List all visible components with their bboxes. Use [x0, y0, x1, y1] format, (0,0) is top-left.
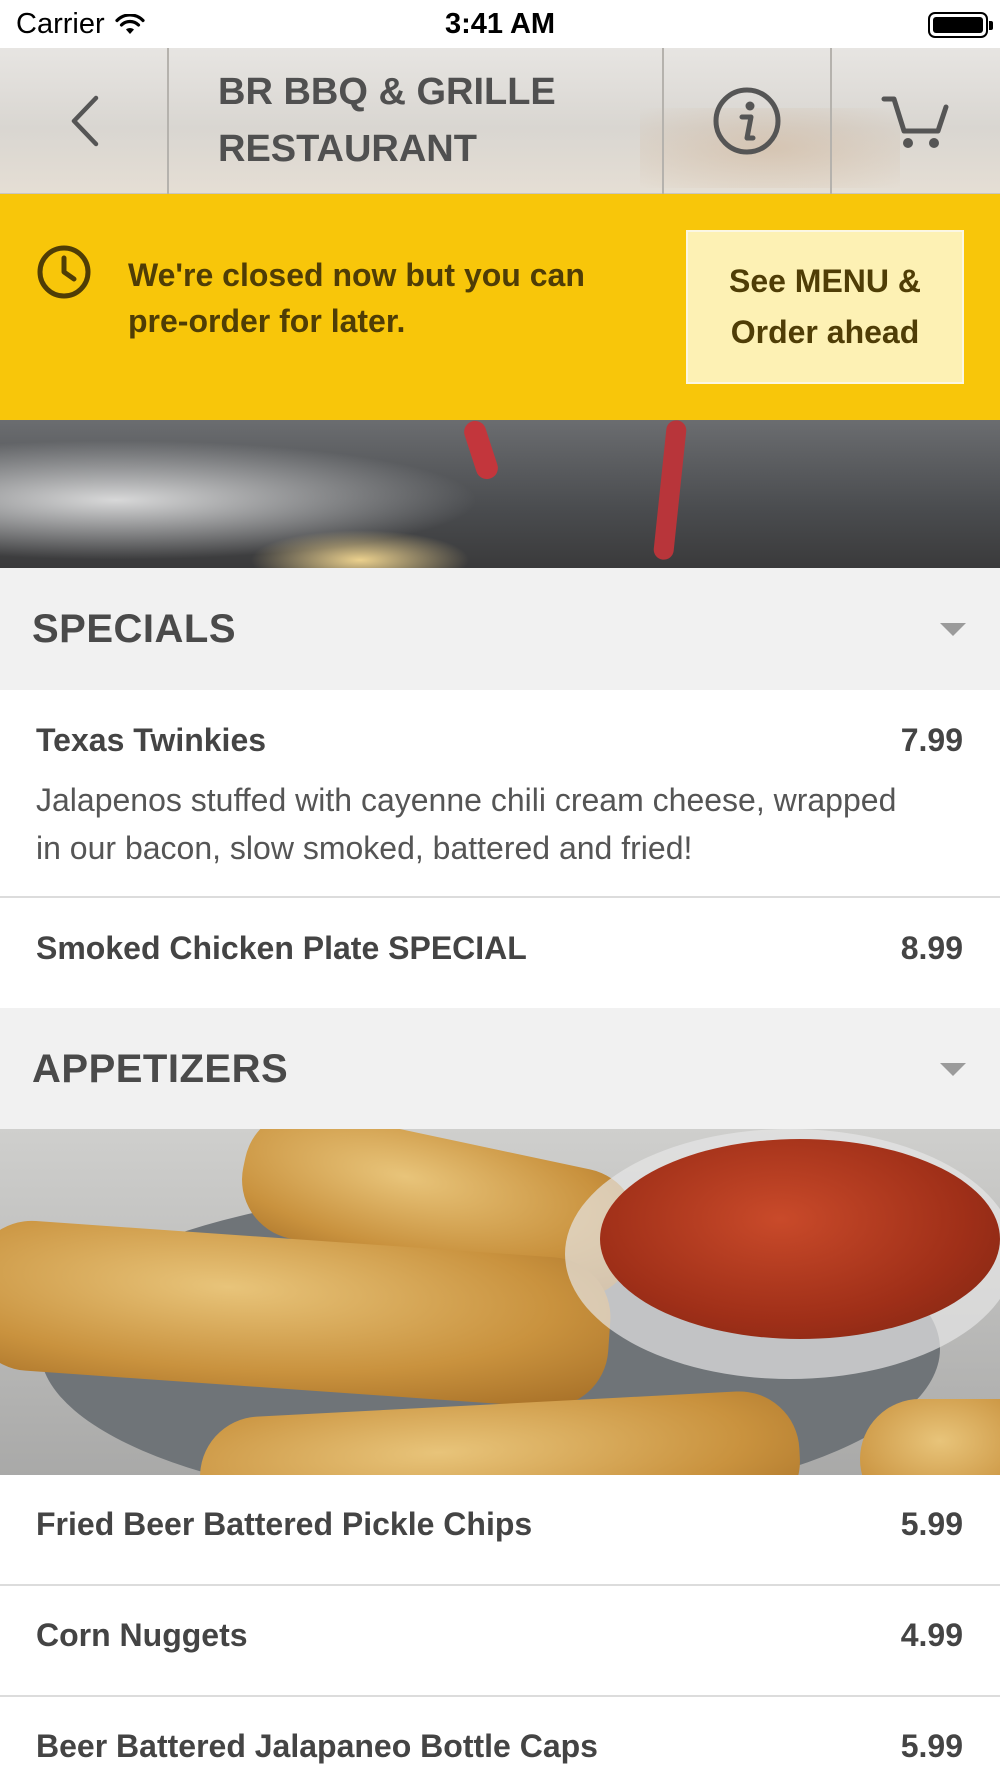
item-name: Beer Battered Jalapaneo Bottle Caps: [36, 1728, 598, 1764]
section-header-specials[interactable]: SPECIALS: [0, 568, 1000, 690]
info-button[interactable]: [664, 48, 830, 194]
caret-down-icon: [940, 622, 966, 636]
cart-icon: [881, 96, 949, 148]
section-header-appetizers[interactable]: APPETIZERS: [0, 1008, 1000, 1130]
back-button[interactable]: [0, 48, 168, 194]
item-price: 5.99: [900, 1506, 963, 1542]
item-name: Corn Nuggets: [36, 1617, 248, 1653]
clock-time: 3:41 AM: [444, 8, 556, 40]
cart-button[interactable]: [832, 48, 1000, 194]
closed-banner: We're closed now but you can pre-order f…: [0, 194, 1000, 420]
item-description: Jalapenos stuffed with cayenne chili cre…: [36, 782, 897, 866]
chevron-left-icon: [71, 95, 99, 147]
status-bar: Carrier 3:41 AM: [0, 0, 1000, 48]
restaurant-name: BR BBQ & GRILLE RESTAURANT: [218, 71, 556, 170]
section-title: SPECIALS: [32, 606, 237, 651]
see-menu-button[interactable]: See MENU & Order ahead: [686, 230, 964, 384]
menu-item-bottle-caps[interactable]: Beer Battered Jalapaneo Bottle Caps 5.99: [0, 1697, 1000, 1778]
restaurant-header: BR BBQ & GRILLE RESTAURANT: [0, 48, 1000, 194]
info-icon: [713, 87, 781, 155]
header-divider: [167, 48, 169, 194]
caret-down-icon: [940, 1062, 966, 1076]
battery-icon: [928, 12, 993, 38]
item-name: Smoked Chicken Plate SPECIAL: [36, 930, 527, 966]
item-name: Fried Beer Battered Pickle Chips: [36, 1506, 533, 1542]
menu-item-corn-nuggets[interactable]: Corn Nuggets 4.99: [0, 1586, 1000, 1697]
appetizers-image: [0, 1129, 1000, 1475]
restaurant-hero-image: [0, 420, 1000, 568]
menu-item-smoked-chicken[interactable]: Smoked Chicken Plate SPECIAL 8.99: [0, 898, 1000, 1008]
item-price: 5.99: [900, 1728, 963, 1764]
item-price: 8.99: [900, 930, 963, 966]
menu-item-texas-twinkies[interactable]: Texas Twinkies 7.99 Jalapenos stuffed wi…: [0, 690, 1000, 898]
item-price: 7.99: [900, 722, 963, 758]
menu-item-pickle-chips[interactable]: Fried Beer Battered Pickle Chips 5.99: [0, 1475, 1000, 1586]
section-title: APPETIZERS: [32, 1046, 289, 1091]
app-screen: Carrier 3:41 AM BR BBQ & GRILLE RESTAURA…: [0, 0, 1000, 1778]
closed-message: We're closed now but you can pre-order f…: [128, 257, 585, 339]
item-price: 4.99: [900, 1617, 963, 1653]
clock-icon: [37, 245, 91, 299]
item-name: Texas Twinkies: [36, 722, 267, 758]
